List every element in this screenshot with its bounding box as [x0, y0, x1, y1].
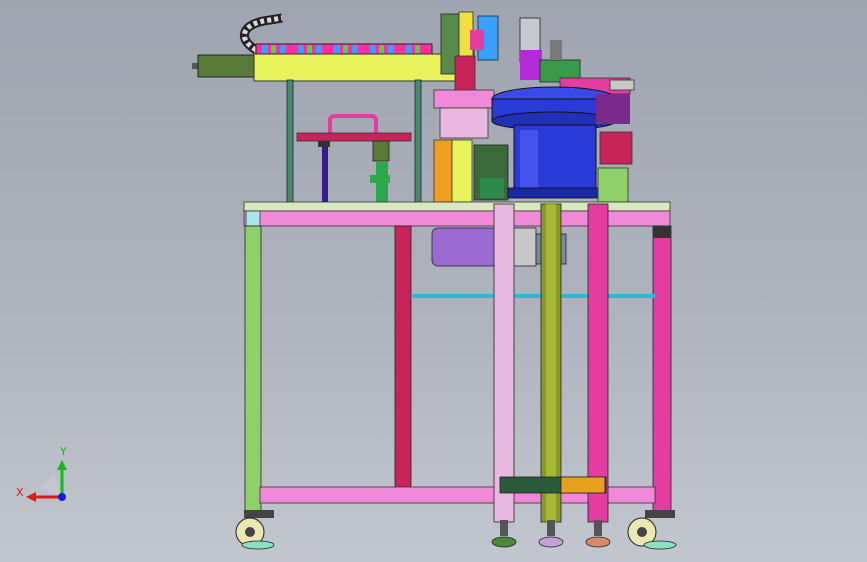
coordinate-triad: Y X: [16, 445, 67, 502]
y-axis-label: Y: [59, 445, 67, 458]
vibratory-bowl-feeder-icon: [491, 77, 635, 203]
pick-fixture-icon: [296, 114, 412, 202]
cad-viewport[interactable]: Y X: [0, 0, 867, 562]
x-axis-label: X: [16, 486, 24, 499]
cad-model-canvas[interactable]: Y X: [0, 0, 867, 562]
z-axis-dot-icon: [58, 493, 66, 501]
leveling-foot-icon: [491, 520, 611, 548]
aluminum-frame-icon: [243, 201, 672, 523]
drag-chain-icon: [239, 13, 433, 55]
